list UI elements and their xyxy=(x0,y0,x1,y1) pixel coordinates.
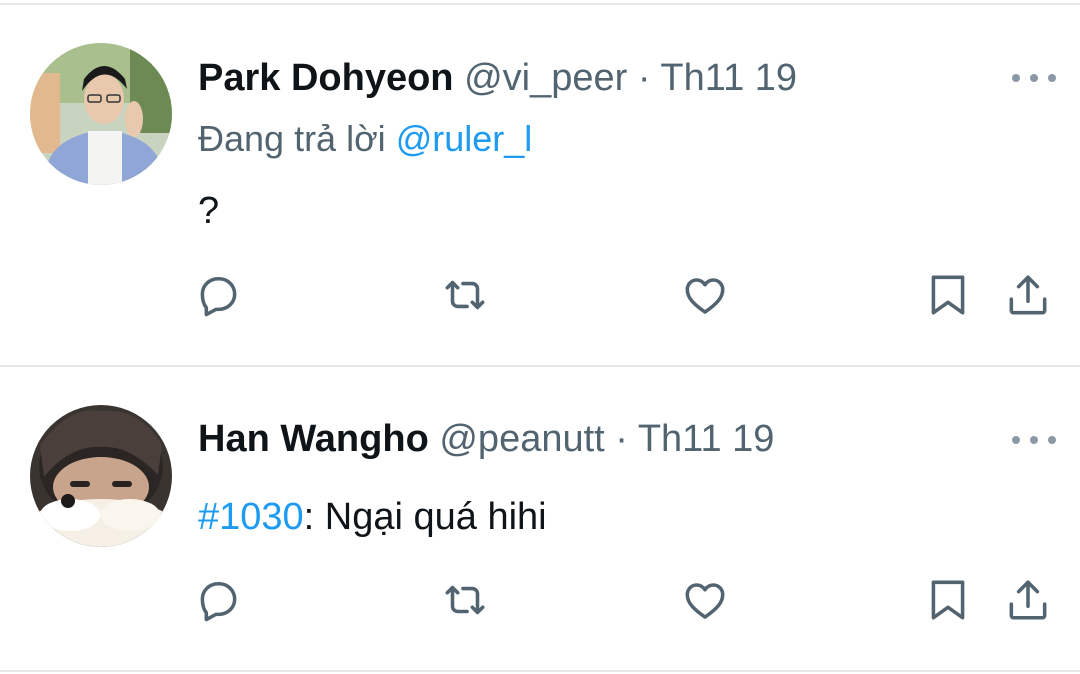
reply-icon[interactable] xyxy=(191,268,245,322)
like-icon[interactable] xyxy=(678,573,732,627)
timestamp[interactable]: Th11 19 xyxy=(638,418,775,460)
tweet-text: #1030: Ngại quá hihi xyxy=(198,493,547,541)
separator-dot: · xyxy=(637,57,651,99)
avatar[interactable] xyxy=(30,43,172,185)
replying-to: Đang trả lời @ruler_l xyxy=(198,116,532,162)
tweet-item[interactable]: Han Wangho @peanutt · Th11 19 #1030: Ngạ… xyxy=(0,367,1080,670)
mention-link[interactable]: @ruler_l xyxy=(396,118,533,159)
tweet-text: ? xyxy=(198,190,220,232)
bookmark-icon[interactable] xyxy=(921,268,975,322)
divider xyxy=(0,670,1080,672)
author-name[interactable]: Park Dohyeon xyxy=(198,57,454,99)
author-name[interactable]: Han Wangho xyxy=(198,418,429,460)
share-icon[interactable] xyxy=(1001,268,1055,322)
like-icon[interactable] xyxy=(678,268,732,322)
tweet-header: Han Wangho @peanutt · Th11 19 xyxy=(198,414,774,464)
more-horizontal-icon[interactable] xyxy=(1012,68,1056,88)
reply-icon[interactable] xyxy=(191,573,245,627)
retweet-icon[interactable] xyxy=(438,268,492,322)
hashtag-link[interactable]: #1030 xyxy=(198,496,304,538)
replying-prefix: Đang trả lời xyxy=(198,118,386,159)
share-icon[interactable] xyxy=(1001,573,1055,627)
tweet-item[interactable]: Park Dohyeon @vi_peer · Th11 19 Đang trả… xyxy=(0,0,1080,366)
timestamp[interactable]: Th11 19 xyxy=(660,57,797,99)
avatar[interactable] xyxy=(30,405,172,547)
tweet-feed: Park Dohyeon @vi_peer · Th11 19 Đang trả… xyxy=(0,0,1080,674)
tweet-body: : Ngại quá hihi xyxy=(303,496,547,538)
more-horizontal-icon[interactable] xyxy=(1012,430,1056,450)
bookmark-icon[interactable] xyxy=(921,573,975,627)
retweet-icon[interactable] xyxy=(438,573,492,627)
tweet-header: Park Dohyeon @vi_peer · Th11 19 xyxy=(198,53,797,103)
author-handle[interactable]: @peanutt xyxy=(439,418,604,460)
separator-dot: · xyxy=(615,418,628,460)
author-handle[interactable]: @vi_peer xyxy=(464,57,627,99)
